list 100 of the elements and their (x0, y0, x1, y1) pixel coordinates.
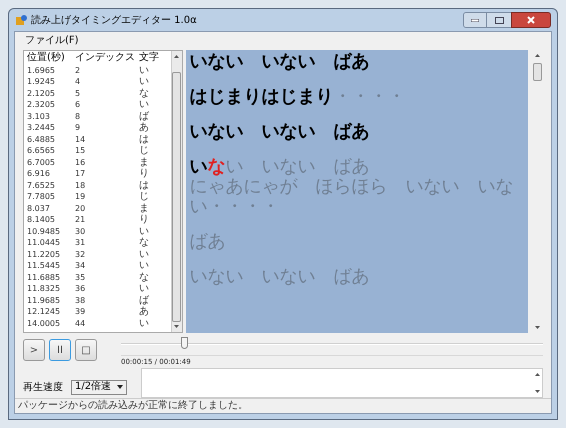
table-cell-text: 6.916 (27, 170, 51, 178)
table-cell-text: 2 (75, 66, 82, 75)
slider-thumb[interactable] (181, 337, 188, 349)
table-cell-text: 39 (75, 308, 86, 316)
table-cell-text: 30 (75, 228, 86, 236)
table-cell-text: 19 (75, 193, 86, 202)
lyric-line: いない いない ばあ (190, 156, 371, 177)
table-cell-text: な (139, 272, 150, 283)
column-header[interactable]: インデックス (75, 52, 139, 63)
table-cell-text: 11.5445 (27, 262, 62, 270)
table-cell-text: 2.3205 (27, 101, 56, 110)
table-cell-text: い (139, 100, 150, 110)
table-cell-text: 14 (75, 136, 86, 144)
table-cell-text: は (139, 134, 150, 145)
column-header[interactable]: 位置(秒) (27, 52, 75, 63)
window-title: 読み上げタイミングエディター 1.0α (31, 14, 197, 28)
minimize-button[interactable] (463, 12, 487, 28)
table-cell-text: じ (139, 146, 150, 156)
table-cell-text: い (139, 66, 150, 76)
table-cell-text: 11.8325 (27, 285, 62, 294)
speed-label: 再生速度 (23, 380, 64, 394)
column-header[interactable]: 文字 (139, 52, 165, 63)
transport-button[interactable]: □ (75, 339, 97, 361)
scroll-thumb[interactable] (172, 72, 182, 322)
table-cell-text: あ (139, 307, 150, 318)
table-cell-text: い (139, 77, 150, 88)
table-cell-text: い (139, 261, 150, 272)
table-cell-text: 35 (75, 274, 86, 282)
close-icon (527, 16, 535, 24)
minimize-icon (471, 18, 479, 22)
table-cell-text: 11.9685 (27, 296, 62, 305)
transport-button[interactable]: > (23, 339, 45, 361)
lyric-line: いない いない ばあ (190, 122, 371, 142)
status-text: パッケージからの読み込みが正常に終了しました。 (18, 401, 248, 411)
table-cell-text: 8 (75, 112, 82, 121)
scrollbar[interactable] (170, 50, 182, 332)
table-cell-text: り (139, 215, 150, 226)
table-cell-text: な (139, 238, 150, 248)
table-cell-text: 8.037 (27, 204, 51, 213)
scroll-up-icon (174, 54, 180, 58)
text-area[interactable] (141, 368, 543, 398)
lyric-line: いない いない ばあ (190, 52, 371, 72)
scroll-up-icon (534, 54, 540, 57)
table-cell-text: ま (139, 158, 150, 168)
table-cell-text: 2.1205 (27, 90, 56, 98)
table-cell-text: 1.9245 (27, 78, 56, 86)
table-cell-text: 44 (75, 320, 86, 328)
table-cell-text: い (139, 226, 150, 237)
table-cell-text: 6 (75, 101, 82, 110)
lyric-line: ばあ (190, 232, 227, 252)
lyric-line: いない いない ばあ (190, 266, 371, 287)
table-cell-text: 16 (75, 158, 86, 167)
close-button[interactable] (511, 12, 551, 28)
table-cell-text: な (139, 88, 150, 99)
table-cell-text: 31 (75, 239, 86, 248)
lyric-line: はじまりはじまり・・・・ (190, 86, 407, 107)
table-cell-text: ば (139, 112, 150, 122)
table-cell-text: 8.1405 (27, 216, 56, 224)
scroll-down-icon (534, 390, 540, 393)
lyric-line: にゃあにゃが ほらほら いない いない・・・・ (190, 176, 515, 217)
table-cell-text: い (139, 318, 150, 329)
maximize-button[interactable] (487, 12, 511, 28)
table-cell-text: 3.2445 (27, 124, 56, 132)
table-cell-text: い (139, 284, 150, 294)
table-cell-text: 5 (75, 90, 82, 98)
table-cell-text: じ (139, 192, 150, 202)
table-cell-text: 11.0445 (27, 239, 62, 248)
maximize-icon (494, 16, 504, 24)
table-cell-text: 9 (75, 124, 82, 132)
table-cell-text: 1.6965 (27, 66, 56, 75)
table-cell-text: 34 (75, 262, 86, 270)
table-cell-text: 11.6885 (27, 274, 62, 282)
table-cell-text: 12.1245 (27, 308, 62, 316)
table-cell-text: 36 (75, 285, 86, 294)
menu-item[interactable]: ファイル(F) (21, 33, 83, 48)
table-cell-text: 6.7005 (27, 158, 56, 167)
table-cell-text: 7.7805 (27, 193, 56, 202)
seek-slider[interactable] (121, 337, 543, 351)
table-cell-text: ば (139, 296, 150, 306)
table-cell-text: 20 (75, 204, 86, 213)
scroll-up-icon (534, 373, 540, 376)
scroll-down-icon (534, 326, 540, 329)
table-cell-text: り (139, 169, 150, 180)
table-cell-text: 3.103 (27, 112, 51, 121)
dropdown-arrow-icon (117, 385, 123, 389)
table-cell-text: 11.2205 (27, 250, 62, 259)
table-cell-text: い (139, 250, 150, 260)
scroll-thumb[interactable] (532, 62, 542, 81)
table-cell-text: 6.6565 (27, 147, 56, 156)
table-cell-text: あ (139, 123, 150, 134)
table-cell-text: 10.9485 (27, 228, 62, 236)
table-cell-text: 15 (75, 147, 86, 156)
transport-button[interactable]: II (49, 339, 71, 361)
speed-dropdown[interactable]: 1/2倍速 (71, 380, 127, 394)
table-cell-text: 14.0005 (27, 320, 62, 328)
table-cell-text: 4 (75, 78, 82, 86)
table-cell-text: 17 (75, 170, 86, 178)
table-cell-text: 38 (75, 296, 86, 305)
app-icon (15, 14, 27, 26)
table-cell-text: 21 (75, 216, 86, 224)
